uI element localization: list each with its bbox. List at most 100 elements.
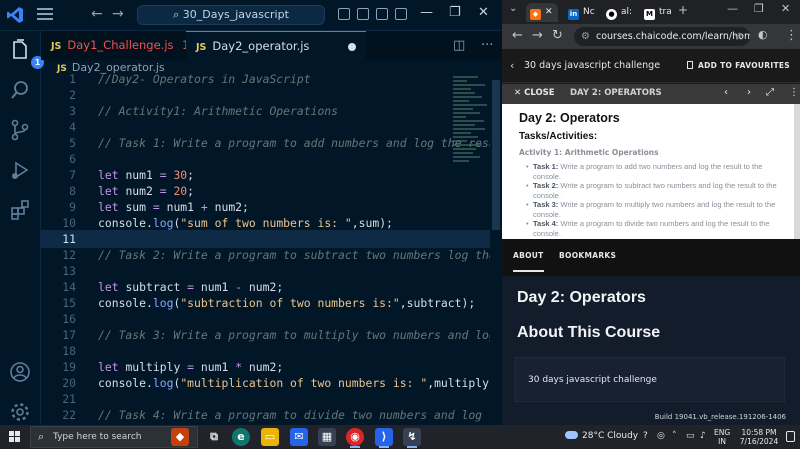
- site-info-icon[interactable]: ⚙: [581, 27, 590, 46]
- code-token: num1: [200, 360, 236, 374]
- vscode-icon[interactable]: ⟩: [375, 428, 393, 448]
- minimap[interactable]: [453, 76, 489, 166]
- extensions-icon[interactable]: [9, 199, 31, 221]
- show-hidden-icons-icon[interactable]: ˄: [672, 431, 677, 441]
- close-lesson-button[interactable]: ✕ CLOSE: [514, 88, 555, 98]
- tab-day1-challenge[interactable]: JSDay1_Challenge.js 1: [41, 31, 190, 60]
- network-icon[interactable]: ▭: [686, 431, 695, 441]
- command-center-search[interactable]: ⌕ 30_Days_javascript: [137, 5, 325, 25]
- fullscreen-icon[interactable]: ⤢: [766, 87, 774, 98]
- code-token: log: [152, 376, 174, 390]
- settings-gear-icon[interactable]: [9, 401, 31, 423]
- close-icon[interactable]: ✕: [781, 2, 790, 15]
- code-token: 30: [173, 168, 188, 182]
- course-card[interactable]: 30 days javascript challenge: [514, 357, 785, 402]
- bookmark-star-icon[interactable]: ☆: [734, 27, 744, 46]
- toggle-panel-icon[interactable]: [357, 8, 369, 20]
- forward-arrow-icon[interactable]: →: [532, 28, 543, 43]
- restore-icon[interactable]: ❐: [449, 5, 461, 20]
- language-indicator[interactable]: ENG IN: [714, 428, 730, 446]
- code-token: "multiplication of two numbers is: ": [180, 376, 428, 390]
- split-editor-icon[interactable]: ◫: [453, 38, 465, 53]
- toggle-secondary-sidebar-icon[interactable]: [376, 8, 388, 20]
- code-token: log: [152, 296, 174, 310]
- windows-start-icon[interactable]: [9, 431, 21, 443]
- notification-icon[interactable]: [786, 431, 795, 442]
- search-placeholder: Type here to search: [53, 432, 142, 442]
- back-arrow-icon[interactable]: ←: [512, 28, 523, 43]
- minimize-icon[interactable]: —: [420, 5, 433, 20]
- chrome-tab-label: Nc: [583, 7, 595, 17]
- chaicode-icon: ◆: [530, 9, 541, 20]
- new-tab-icon[interactable]: +: [678, 3, 688, 17]
- tab-bookmarks[interactable]: BOOKMARKS: [559, 251, 616, 260]
- address-bar[interactable]: ⚙ courses.chaicode.com/learn/home/... ☆: [574, 27, 750, 46]
- app-icon[interactable]: ↯: [403, 428, 421, 448]
- help-icon[interactable]: ?: [643, 431, 648, 441]
- more-actions-icon[interactable]: ···: [481, 38, 493, 53]
- task-view-icon[interactable]: ⧉: [205, 428, 223, 446]
- next-lesson-icon[interactable]: ›: [747, 87, 751, 98]
- search-icon[interactable]: [9, 79, 31, 101]
- account-icon[interactable]: [9, 361, 31, 383]
- code-editor[interactable]: 1//Day2- Operators in JavaScript 2 3// Act…: [41, 70, 490, 425]
- lesson-bar-title: DAY 2: OPERATORS: [570, 88, 662, 98]
- chrome-tab-github[interactable]: ● al:: [606, 3, 632, 22]
- code-token: =: [187, 280, 201, 294]
- editor-scrollbar[interactable]: [490, 76, 502, 425]
- store-icon[interactable]: ▦: [318, 428, 336, 446]
- minimize-icon[interactable]: —: [727, 2, 738, 15]
- course-title[interactable]: 30 days javascript challenge: [524, 60, 660, 71]
- run-debug-icon[interactable]: [9, 159, 31, 181]
- code-token: let: [98, 280, 126, 294]
- list-item: Task 3: Write a program to multiply two …: [526, 200, 784, 219]
- lesson-bar: ✕ CLOSE DAY 2: OPERATORS ‹ › ⤢ ⋮: [502, 84, 800, 104]
- more-options-icon[interactable]: ⋮: [789, 87, 799, 98]
- code-token: =: [159, 184, 174, 198]
- weather-widget[interactable]: 28°C Cloudy: [565, 431, 638, 441]
- forward-arrow-icon[interactable]: →: [112, 6, 124, 22]
- reload-icon[interactable]: ↻: [552, 28, 563, 43]
- code-token: num2: [248, 360, 277, 374]
- source-control-icon[interactable]: [9, 119, 31, 141]
- close-label: CLOSE: [524, 88, 555, 98]
- scrollbar-thumb[interactable]: [492, 80, 500, 230]
- chrome-icon[interactable]: ◉: [346, 428, 364, 448]
- profile-avatar[interactable]: ◐: [758, 28, 768, 41]
- chevron-left-icon[interactable]: ‹: [510, 59, 514, 72]
- command-center-label: 30_Days_javascript: [182, 8, 289, 21]
- tab-search-icon[interactable]: ⌄: [509, 3, 517, 14]
- code-token: "subtraction of two numbers is:": [180, 296, 400, 310]
- toggle-sidebar-icon[interactable]: [338, 8, 350, 20]
- search-icon: ⌕: [173, 8, 183, 21]
- chrome-menu-icon[interactable]: ⋮: [785, 28, 798, 43]
- lang-secondary: IN: [718, 437, 726, 446]
- search-highlight-icon[interactable]: ◆: [171, 428, 189, 446]
- code-line[interactable]: 22 // Task 4: Write a program to divide t…: [41, 406, 490, 424]
- customize-layout-icon[interactable]: [395, 8, 407, 20]
- volume-icon[interactable]: ♪: [700, 431, 706, 441]
- restore-icon[interactable]: ❐: [754, 2, 764, 15]
- tab-about[interactable]: ABOUT: [513, 251, 544, 272]
- close-icon[interactable]: ✕: [478, 5, 489, 20]
- menu-icon[interactable]: [37, 8, 53, 22]
- clock[interactable]: 10:58 PM 7/16/2024: [738, 428, 780, 446]
- record-icon[interactable]: ◎: [657, 431, 665, 441]
- tab-day2-operator[interactable]: JS Day2_operator.js: [186, 31, 366, 60]
- file-explorer-icon[interactable]: ▭: [261, 428, 279, 446]
- code-token: multiply: [434, 376, 489, 390]
- unsaved-dot-icon[interactable]: [348, 43, 356, 51]
- chrome-tab-label: al:: [621, 7, 633, 17]
- code-token: subtract: [406, 296, 462, 310]
- back-arrow-icon[interactable]: ←: [91, 6, 103, 22]
- explorer-icon[interactable]: 1: [9, 39, 44, 69]
- prev-lesson-icon[interactable]: ‹: [724, 87, 728, 98]
- add-to-favourites-button[interactable]: ADD TO FAVOURITES: [687, 61, 790, 70]
- code-token: num1: [125, 168, 160, 182]
- list-item: Task 2: Write a program to subtract two …: [526, 181, 784, 200]
- chrome-tab-medium[interactable]: Mtra: [644, 3, 672, 22]
- chrome-tab-linkedin[interactable]: in Nc: [568, 3, 595, 22]
- edge-icon[interactable]: e: [232, 428, 250, 446]
- mail-icon[interactable]: ✉: [290, 428, 308, 446]
- chrome-tab-chaicode[interactable]: ◆ ✕: [526, 3, 558, 22]
